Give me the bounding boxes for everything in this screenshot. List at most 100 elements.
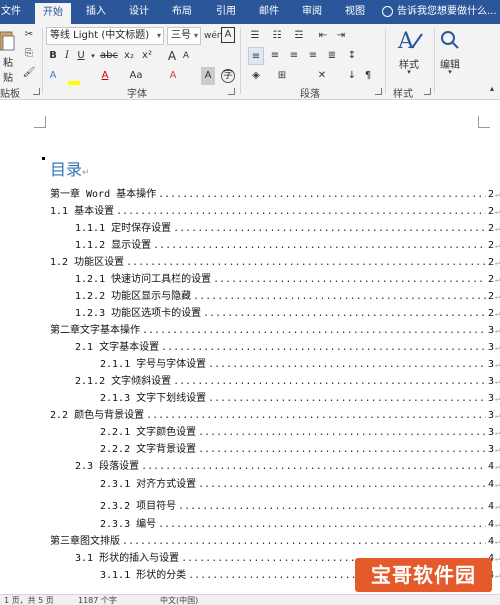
toc-entry[interactable]: 1.2.1 快速访问工具栏的设置 2 ↵......................…: [0, 272, 500, 288]
toc-entry[interactable]: 第二章文字基本操作 3 ↵.............................…: [0, 323, 500, 339]
document-page[interactable]: 目录↵ 第一章 Word 基本操作 2 ↵.....................…: [0, 100, 500, 594]
italic-button[interactable]: I: [62, 47, 72, 65]
align-right-icon[interactable]: ≡: [286, 47, 302, 65]
toc-entry-text: 2.3.3 编号: [100, 519, 157, 530]
paragraph-launcher-icon[interactable]: [375, 88, 382, 95]
collapse-ribbon-icon[interactable]: ▴: [486, 80, 498, 98]
styles-launcher-icon[interactable]: [424, 88, 431, 95]
tab-design[interactable]: 设计: [123, 0, 155, 24]
show-marks-icon[interactable]: ¶: [361, 67, 375, 85]
toc-leader-dots: ........................................…: [208, 359, 486, 370]
phonetic-guide-button[interactable]: wén: [204, 27, 223, 45]
toc-entry[interactable]: 1.1.2 显示设置 2 ↵............................…: [0, 238, 500, 254]
align-left-icon[interactable]: ≡: [248, 47, 264, 65]
borders-icon[interactable]: ⊞: [274, 67, 290, 85]
page-count[interactable]: 1 页，共 5 页: [4, 595, 54, 605]
return-mark-icon: ↵: [495, 224, 500, 233]
toc-entry[interactable]: 2.3.2 项目符号 4 ↵............................…: [0, 499, 500, 515]
toc-entry[interactable]: 第一章 Word 基本操作 2 ↵.........................…: [0, 187, 500, 203]
tab-references[interactable]: 引用: [210, 0, 242, 24]
toc-entry[interactable]: 2.2.2 文字背景设置 3 ↵..........................…: [0, 442, 500, 458]
toc-entry[interactable]: 2.3.1 对齐方式设置 4 ↵..........................…: [0, 477, 500, 493]
font-name-select[interactable]: 等线 Light (中文标题) ▾: [46, 27, 164, 45]
bullets-icon[interactable]: ☰: [247, 27, 263, 45]
toc-leader-dots: ........................................…: [146, 410, 486, 421]
toc-entry-text: 1.2.2 功能区显示与隐藏: [75, 291, 192, 302]
toc-entry[interactable]: 2.2 颜色与背景设置 3 ↵...........................…: [0, 408, 500, 424]
line-spacing-icon[interactable]: ↕: [344, 47, 360, 65]
tab-review[interactable]: 审阅: [296, 0, 328, 24]
toc-entry[interactable]: 2.3 段落设置 4 ↵..............................…: [0, 459, 500, 475]
toc-entry[interactable]: 2.1 文字基本设置 3 ↵............................…: [0, 340, 500, 356]
styles-button[interactable]: A 样式 ▾: [392, 28, 426, 78]
change-case-button[interactable]: Aa: [126, 67, 146, 85]
toc-entry[interactable]: 2.3.3 编号 4 ↵..............................…: [0, 517, 500, 533]
font-name-value: 等线 Light (中文标题): [50, 30, 150, 41]
toc-entry[interactable]: 1.1 基本设置 2 ↵..............................…: [0, 204, 500, 220]
sort-icon[interactable]: ↓: [344, 67, 360, 85]
font-color-icon[interactable]: A: [98, 67, 112, 85]
toc-entry[interactable]: 1.2 功能区设置 2 ↵.............................…: [0, 255, 500, 271]
toc-entry[interactable]: 2.1.3 文字下划线设置 3 ↵.........................…: [0, 391, 500, 407]
return-mark-icon: ↵: [495, 394, 500, 403]
font-size-select[interactable]: 三号 ▾: [167, 27, 201, 45]
font-launcher-icon[interactable]: [228, 88, 235, 95]
tab-layout[interactable]: 布局: [166, 0, 198, 24]
shrink-font-button[interactable]: A: [180, 47, 192, 65]
return-mark-icon: ↵: [495, 411, 500, 420]
align-center-icon[interactable]: ≡: [267, 47, 283, 65]
underline-button[interactable]: U: [75, 47, 87, 65]
superscript-button[interactable]: x²: [140, 47, 154, 65]
word-count[interactable]: 1187 个字: [78, 595, 117, 605]
toc-entry[interactable]: 第三章图文排版 4 ↵...............................…: [0, 534, 500, 550]
paste-button[interactable]: 粘贴: [0, 28, 16, 84]
toc-entry[interactable]: 2.1.1 字号与字体设置 3 ↵.........................…: [0, 357, 500, 373]
char-shading-icon[interactable]: A: [201, 67, 215, 85]
styles-icon: A: [397, 29, 423, 54]
toc-entry[interactable]: 2.2.1 文字颜色设置 3 ↵..........................…: [0, 425, 500, 441]
toc-entry[interactable]: 1.2.3 功能区选项卡的设置 2 ↵.......................…: [0, 306, 500, 322]
toc-entry[interactable]: 1.2.2 功能区显示与隐藏 2 ↵........................…: [0, 289, 500, 305]
toc-entry[interactable]: 2.1.2 文字倾斜设置 3 ↵..........................…: [0, 374, 500, 390]
strikethrough-button[interactable]: abc: [99, 47, 119, 65]
chinese-layout-icon[interactable]: ✕: [314, 67, 330, 85]
multilevel-list-icon[interactable]: ☲: [291, 27, 307, 45]
ribbon: 粘贴 ✂ ⎘ 🖌 贴板 等线 Light (中文标题) ▾ 三号 ▾ wén A…: [0, 24, 500, 100]
toc-leader-dots: ........................................…: [198, 427, 486, 438]
toc-entry-text: 1.2.3 功能区选项卡的设置: [75, 308, 202, 319]
char-border-button[interactable]: A: [221, 27, 235, 43]
tab-file[interactable]: 文件: [0, 0, 26, 24]
chevron-down-icon[interactable]: ▾: [89, 47, 97, 65]
highlight-color-icon[interactable]: [66, 67, 82, 85]
return-mark-icon: ↵: [495, 571, 500, 580]
return-mark-icon: ↵: [495, 462, 500, 471]
tab-home[interactable]: 开始: [35, 3, 71, 24]
clear-format-icon[interactable]: A: [166, 67, 180, 85]
bold-button[interactable]: B: [47, 47, 59, 65]
increase-indent-icon[interactable]: ⇥: [334, 27, 348, 45]
copy-icon[interactable]: ⎘: [22, 45, 36, 63]
tab-view[interactable]: 视图: [339, 0, 371, 24]
toc-entry-text: 2.3 段落设置: [75, 461, 140, 472]
shading-icon[interactable]: ◈: [248, 67, 264, 85]
numbering-icon[interactable]: ☷: [269, 27, 285, 45]
grow-font-button[interactable]: A: [166, 47, 178, 65]
language[interactable]: 中文(中国): [160, 595, 198, 605]
clipboard-launcher-icon[interactable]: [33, 88, 40, 95]
toc-entry-page: 3: [488, 325, 495, 336]
text-effects-icon[interactable]: A: [46, 67, 60, 85]
format-painter-icon[interactable]: 🖌: [22, 64, 36, 82]
enclose-char-icon[interactable]: 字: [221, 69, 235, 83]
tell-me-search[interactable]: 告诉我您想要做什么...: [382, 0, 497, 24]
editing-button[interactable]: 编辑 ▾: [437, 28, 463, 78]
toc-leader-dots: ........................................…: [203, 308, 486, 319]
distributed-icon[interactable]: ≣: [324, 47, 340, 65]
decrease-indent-icon[interactable]: ⇤: [316, 27, 330, 45]
tab-mailings[interactable]: 邮件: [253, 0, 285, 24]
cut-icon[interactable]: ✂: [22, 26, 36, 44]
tab-insert[interactable]: 插入: [80, 0, 112, 24]
toc-entry[interactable]: 1.1.1 定时保存设置 2 ↵..........................…: [0, 221, 500, 237]
justify-icon[interactable]: ≡: [305, 47, 321, 65]
return-mark-icon: ↵: [495, 309, 500, 318]
subscript-button[interactable]: x₂: [122, 47, 136, 65]
